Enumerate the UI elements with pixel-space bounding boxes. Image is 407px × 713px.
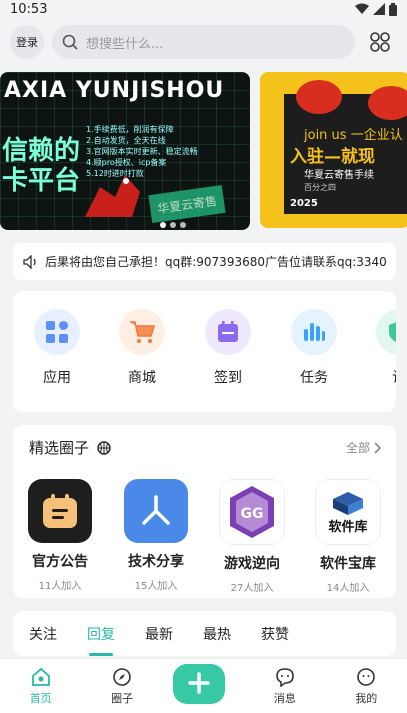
nav-create[interactable] xyxy=(173,664,233,704)
banner-carousel[interactable]: AXIA YUNJISHOU 信赖的 卡平台 1.手续费低，削润有保障 2.自动… xyxy=(0,70,407,232)
banner2-line3: 华夏云寄售手续 xyxy=(304,170,374,181)
circle-avatar xyxy=(28,479,92,543)
search-placeholder: 想搜些什么... xyxy=(86,36,164,52)
banner-title: AXIA YUNJISHOU xyxy=(4,78,225,103)
nav-circles[interactable]: 圈子 xyxy=(92,667,152,706)
banner2-year: 2025 xyxy=(290,198,318,209)
quick-menu-apps[interactable]: 应用 xyxy=(27,309,87,387)
circle-name: 游戏逆向 xyxy=(224,556,280,572)
tab-hottest[interactable]: 最热 xyxy=(203,624,231,644)
quick-menu-checkin[interactable]: 签到 xyxy=(198,309,258,387)
status-icons xyxy=(355,2,397,16)
compass-icon xyxy=(113,667,131,686)
circle-member-count: 11人加入 xyxy=(38,581,82,592)
circle-item-tech-share[interactable]: 技术分享 15人加入 xyxy=(121,479,191,592)
grid-icon xyxy=(370,32,390,52)
circle-item-announcements[interactable]: 官方公告 11人加入 xyxy=(25,479,95,592)
tab-replies[interactable]: 回复 xyxy=(87,624,115,656)
profile-icon xyxy=(357,667,376,686)
svg-text:GG: GG xyxy=(241,506,264,522)
circle-avatar: GG xyxy=(219,479,285,545)
dragon-image xyxy=(85,175,140,217)
home-icon xyxy=(31,667,50,686)
carousel-dot xyxy=(160,222,166,228)
section-header: 精选圈子 xyxy=(29,437,111,458)
banner2-line1: join us 一企业认 xyxy=(304,128,403,143)
nav-profile[interactable]: 我的 xyxy=(336,667,396,706)
cube-icon xyxy=(333,491,363,515)
message-icon xyxy=(276,667,294,687)
circle-avatar: 软件库 xyxy=(315,479,381,545)
banner-yunjishou[interactable]: AXIA YUNJISHOU 信赖的 卡平台 1.手续费低，削润有保障 2.自动… xyxy=(0,72,250,230)
notice-board-icon xyxy=(43,494,77,528)
quick-menu-mall[interactable]: 商城 xyxy=(112,309,172,387)
section-title: 精选圈子 xyxy=(29,439,90,457)
featured-circles: 精选圈子 全部 官方公告 11人加入 技术分享 15人加入 GG 游戏逆向 27… xyxy=(13,425,396,598)
carousel-indicator xyxy=(160,222,186,228)
top-bar: 登录 想搜些什么... xyxy=(0,18,407,66)
quick-menu-tasks[interactable]: 任务 xyxy=(284,309,344,387)
banner-headline: 信赖的 卡平台 xyxy=(2,136,81,196)
circle-item-game-reverse[interactable]: GG 游戏逆向 27人加入 xyxy=(217,479,287,594)
circle-avatar xyxy=(124,479,188,543)
share-icon xyxy=(142,495,170,525)
verify-icon xyxy=(389,322,396,342)
cart-icon xyxy=(130,321,156,343)
quick-menu-label: 认 xyxy=(369,367,396,387)
circle-name: 官方公告 xyxy=(32,554,88,570)
notice-bar[interactable]: 后果将由您自己承担！qq群:907393680广告位请联系qq:3340 xyxy=(13,243,396,280)
banner-join-us[interactable]: join us 一企业认 入驻—就现 华夏云寄售手续 百分之四 2025 xyxy=(260,72,407,228)
search-icon xyxy=(62,34,78,50)
apps-icon xyxy=(46,321,68,343)
wifi-icon xyxy=(355,3,369,14)
circle-member-count: 27人加入 xyxy=(230,583,274,594)
lantern-icon xyxy=(296,80,342,114)
calendar-icon xyxy=(218,321,238,342)
quick-menu-verify[interactable]: 认 xyxy=(369,309,396,387)
carousel-dot xyxy=(180,222,186,228)
quick-menu-label: 任务 xyxy=(300,370,328,386)
quick-menu-label: 签到 xyxy=(214,370,242,386)
signal-icon xyxy=(373,3,385,15)
game-guardian-icon: GG xyxy=(230,486,274,538)
quick-menu-label: 应用 xyxy=(43,370,71,386)
status-bar: 10:53 xyxy=(0,0,407,18)
nav-messages[interactable]: 消息 xyxy=(255,667,315,706)
speaker-icon xyxy=(23,254,36,269)
create-post-button[interactable] xyxy=(173,664,226,704)
banner2-line4: 百分之四 xyxy=(304,183,336,192)
tab-liked[interactable]: 获赞 xyxy=(261,624,289,644)
category-grid-button[interactable] xyxy=(363,25,397,59)
tab-follow[interactable]: 关注 xyxy=(29,624,57,644)
quick-menu-label: 商城 xyxy=(128,370,156,386)
software-library-logo-text: 软件库 xyxy=(328,519,368,535)
view-all-link[interactable]: 全部 xyxy=(346,439,382,456)
lantern-icon xyxy=(368,86,407,120)
notice-text: 后果将由您自己承担！qq群:907393680广告位请联系qq:3340 xyxy=(45,255,387,269)
battery-icon xyxy=(389,2,397,16)
plus-icon xyxy=(188,671,211,694)
banner2-line2: 入驻—就现 xyxy=(290,147,375,167)
circle-name: 软件宝库 xyxy=(320,556,376,572)
bottom-nav: 首页 圈子 消息 我的 xyxy=(0,658,407,713)
circle-member-count: 15人加入 xyxy=(134,581,178,592)
circle-member-count: 14人加入 xyxy=(326,583,370,594)
basketball-icon xyxy=(97,440,111,455)
circle-item-software-vault[interactable]: 软件库 软件宝库 14人加入 xyxy=(313,479,383,594)
carousel-dot xyxy=(170,222,176,228)
search-bar[interactable]: 想搜些什么... xyxy=(52,25,355,59)
nav-home[interactable]: 首页 xyxy=(11,667,71,706)
status-time: 10:53 xyxy=(10,1,48,17)
feed-tabs: 关注 回复 最新 最热 获赞 xyxy=(13,611,396,656)
circle-name: 技术分享 xyxy=(128,554,184,570)
chevron-right-icon xyxy=(374,441,382,454)
quick-menu: 应用 商城 签到 任务 认 xyxy=(13,291,396,412)
login-button[interactable]: 登录 xyxy=(10,25,44,59)
tasks-icon xyxy=(304,323,325,341)
tab-latest[interactable]: 最新 xyxy=(145,624,173,644)
